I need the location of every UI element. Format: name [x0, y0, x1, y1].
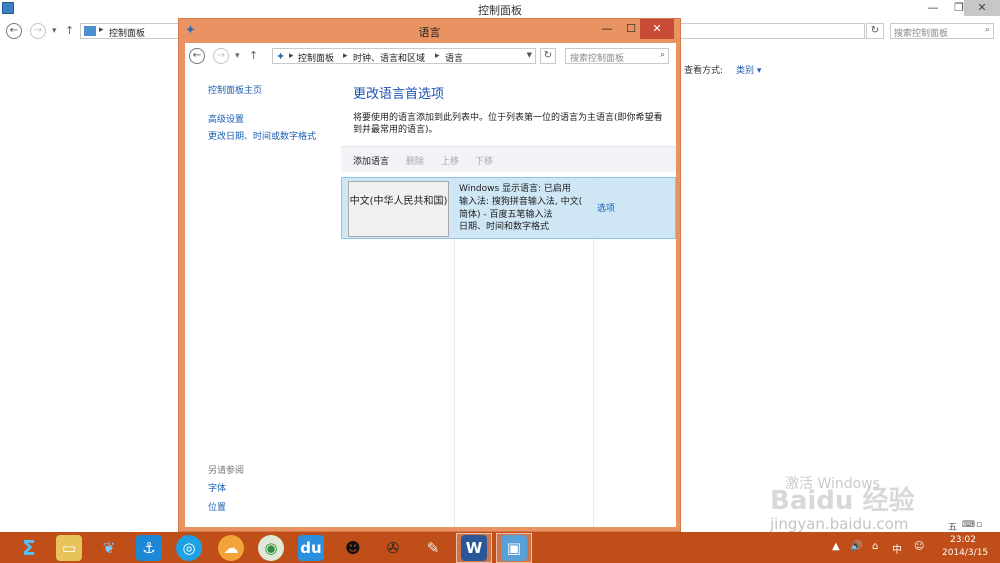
add-language-button[interactable]: 添加语言 — [353, 154, 389, 167]
address-text: 控制面板 — [109, 29, 146, 39]
refresh-icon[interactable]: ↻ — [540, 48, 556, 64]
word-icon[interactable]: W — [461, 535, 487, 561]
baidu-cloud-icon[interactable]: du — [298, 535, 324, 561]
location-link[interactable]: 位置 — [208, 500, 226, 513]
anchor-app-icon[interactable]: ⚓ — [136, 535, 162, 561]
view-by-dropdown[interactable]: 类别 ▾ — [736, 63, 761, 76]
language-search-input[interactable]: 搜索控制面板 ⌕ — [565, 48, 669, 64]
input-method-line-2: 简体) - 百度五笔输入法 — [459, 209, 553, 220]
background-window-titlebar: 控制面板 — ❐ ✕ — [0, 0, 1000, 18]
recent-pages-icon[interactable]: ▾ — [52, 26, 57, 36]
breadcrumb-clock-region[interactable]: 时钟、语言和区域 — [353, 51, 425, 64]
language-window-content: ← → ▾ ↑ ✦ ▸ 控制面板 ▸ 时钟、语言和区域 ▸ 语言 ▼ ↻ 搜索控… — [185, 43, 676, 527]
file-explorer-icon[interactable]: ▭ — [56, 535, 82, 561]
page-description: 将要使用的语言添加到此列表中。位于列表第一位的语言为主语言(即你希望看到并最常用… — [353, 113, 663, 135]
back-icon[interactable]: ← — [189, 48, 205, 64]
view-by-label: 查看方式: — [684, 66, 724, 76]
sigma-app-icon[interactable]: Σ — [16, 535, 42, 561]
control-panel-icon — [84, 26, 96, 36]
language-tile[interactable]: 中文(中华人民共和国) — [348, 181, 449, 237]
search-icon: ⌕ — [659, 50, 665, 60]
refresh-icon[interactable]: ↻ — [866, 23, 884, 39]
display-language-status: Windows 显示语言: 已启用 — [459, 184, 571, 194]
language-window-titlebar: ✦ 语言 — ☐ ✕ — [179, 19, 680, 43]
breadcrumb-language[interactable]: 语言 — [445, 51, 463, 64]
page-title: 更改语言首选项 — [353, 87, 445, 102]
advanced-settings-link[interactable]: 高级设置 — [208, 112, 244, 125]
chevron-right-icon: ▸ — [343, 51, 348, 61]
language-toolbar: 添加语言 删除 上移 下移 — [341, 146, 676, 172]
keyboard-icon[interactable]: ⌨ — [962, 520, 975, 530]
paint-tool-icon[interactable]: ✎ — [420, 535, 446, 561]
remove-button[interactable]: 删除 — [406, 154, 424, 167]
see-also-label: 另请参阅 — [208, 466, 245, 476]
language-nav-bar: ← → ▾ ↑ ✦ ▸ 控制面板 ▸ 时钟、语言和区域 ▸ 语言 ▼ ↻ 搜索控… — [185, 43, 676, 69]
recent-pages-icon[interactable]: ▾ — [235, 51, 240, 61]
close-icon[interactable]: ✕ — [964, 0, 1000, 16]
forward-icon[interactable]: → — [30, 23, 46, 39]
qq-penguin-icon[interactable]: ☻ — [340, 535, 366, 561]
baidu-logo-text: Baidu 经验 — [770, 486, 915, 516]
minimize-icon[interactable]: — — [595, 19, 619, 39]
background-search-input[interactable]: 搜索控制面板 ⌕ — [890, 23, 994, 39]
close-icon[interactable]: ✕ — [640, 19, 674, 39]
user-account-icon[interactable]: ☺ — [914, 541, 924, 552]
search-placeholder: 搜索控制面板 — [894, 29, 949, 39]
watermark-url: jingyan.baidu.com — [770, 515, 909, 533]
taskbar: Σ ▭ ❦ ⚓ ◎ ☁ ◉ du ☻ ✇ ✎ W ▣ ▲ 🔊 ⌂ 中 ☺ — [0, 532, 1000, 563]
chevron-right-icon: ▸ — [289, 51, 294, 61]
language-list: 中文(中华人民共和国) Windows 显示语言: 已启用 输入法: 搜狗拼音输… — [341, 175, 676, 527]
chevron-right-icon: ▸ — [435, 51, 440, 61]
ime-indicator[interactable]: 中 — [892, 541, 902, 556]
clock-date[interactable]: 2014/3/15 — [942, 548, 988, 558]
chevron-right-icon: ▸ — [99, 25, 104, 35]
chevron-down-icon[interactable]: ▼ — [527, 51, 532, 59]
move-up-button[interactable]: 上移 — [441, 154, 459, 167]
language-details: Windows 显示语言: 已启用 输入法: 搜狗拼音输入法, 中文( 简体) … — [459, 183, 594, 234]
change-datetime-format-link[interactable]: 更改日期、时间或数字格式 — [208, 129, 316, 142]
up-arrow-icon[interactable]: ↑ — [249, 49, 258, 62]
network-icon[interactable]: ⌂ — [872, 541, 878, 552]
volume-icon[interactable]: 🔊 — [850, 541, 862, 552]
clock-time[interactable]: 23:02 — [950, 535, 976, 545]
back-icon[interactable]: ← — [6, 23, 22, 39]
move-down-button[interactable]: 下移 — [475, 154, 493, 167]
language-window: ✦ 语言 — ☐ ✕ ← → ▾ ↑ ✦ ▸ 控制面板 ▸ 时钟、语言和区域 ▸… — [178, 18, 681, 532]
browser-icon[interactable]: ◎ — [176, 535, 202, 561]
language-options-link[interactable]: 选项 — [597, 201, 615, 214]
forward-icon[interactable]: → — [213, 48, 229, 64]
chrome-icon[interactable]: ◉ — [258, 535, 284, 561]
format-line: 日期、时间和数字格式 — [459, 222, 550, 233]
control-panel-icon: ✦ — [276, 50, 286, 63]
browser-feather-icon[interactable]: ❦ — [96, 535, 122, 561]
background-window-title: 控制面板 — [478, 4, 522, 17]
film-reel-icon[interactable]: ✇ — [380, 535, 406, 561]
control-panel-taskbar-icon[interactable]: ▣ — [501, 535, 527, 561]
ime-menu-icon[interactable]: ▫ — [976, 520, 982, 530]
up-arrow-icon[interactable]: ↑ — [65, 24, 74, 37]
language-row[interactable]: 中文(中华人民共和国) Windows 显示语言: 已启用 输入法: 搜狗拼音输… — [341, 177, 676, 239]
search-icon: ⌕ — [984, 25, 990, 35]
control-panel-home-link[interactable]: 控制面板主页 — [208, 83, 262, 96]
breadcrumb-control-panel[interactable]: 控制面板 — [298, 51, 334, 64]
minimize-icon[interactable]: — — [920, 0, 946, 16]
search-placeholder: 搜索控制面板 — [570, 54, 625, 64]
show-hidden-icons-icon[interactable]: ▲ — [832, 541, 840, 552]
language-address-bar[interactable]: ✦ ▸ 控制面板 ▸ 时钟、语言和区域 ▸ 语言 ▼ — [272, 48, 536, 64]
input-method-line-1: 输入法: 搜狗拼音输入法, 中文( — [459, 196, 583, 207]
cloud-app-icon[interactable]: ☁ — [218, 535, 244, 561]
fonts-link[interactable]: 字体 — [208, 481, 226, 494]
